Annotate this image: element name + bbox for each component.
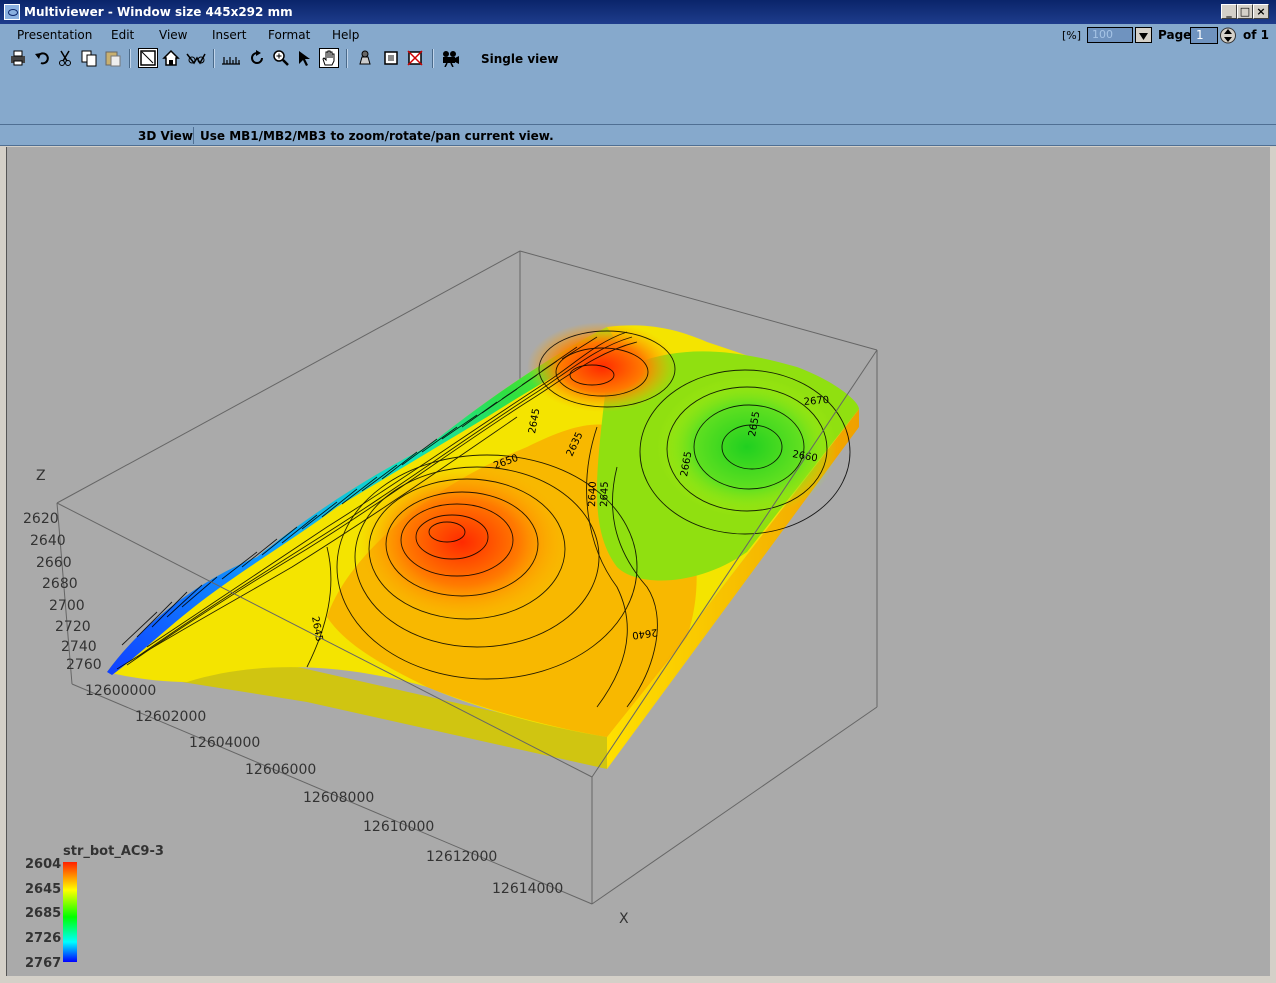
menu-help[interactable]: Help <box>332 28 359 42</box>
legend-value: 2726 <box>25 931 61 946</box>
3d-scene[interactable]: 2645 2640 2645 2640 2650 2635 2645 2665 … <box>7 147 1270 976</box>
select-frame-button[interactable] <box>138 48 158 68</box>
z-tick-label: 2620 <box>23 511 59 527</box>
x-tick-label: 12610000 <box>363 819 434 835</box>
legend-value: 2645 <box>25 882 61 897</box>
home-view-button[interactable] <box>161 48 181 68</box>
copy-button[interactable] <box>79 48 99 68</box>
toolbar-separator <box>129 49 131 68</box>
pointer-button[interactable] <box>295 48 315 68</box>
stereo-view-button[interactable] <box>186 48 206 68</box>
contour-label: 2645 <box>599 481 611 507</box>
color-legend: str_bot_AC9-3 2604 2645 2685 2726 2767 <box>25 844 164 971</box>
undo-icon <box>35 52 49 65</box>
page-label: Page <box>1158 28 1192 42</box>
z-tick-label: 2640 <box>30 533 66 549</box>
page-count: of 1 <box>1243 28 1269 42</box>
x-tick-label: 12608000 <box>303 790 374 806</box>
z-tick-label: 2700 <box>49 598 85 614</box>
z-tick-label: 2680 <box>42 576 78 592</box>
legend-title: str_bot_AC9-3 <box>63 844 164 859</box>
x-tick-label: 12602000 <box>135 709 206 725</box>
menu-view[interactable]: View <box>159 28 187 42</box>
printer-icon <box>11 50 25 66</box>
status-bar: 3D View Use MB1/MB2/MB3 to zoom/rotate/p… <box>0 124 1276 146</box>
window-title: Multiviewer - Window size 445x292 mm <box>24 5 293 19</box>
frame-icon <box>140 50 156 66</box>
print-button[interactable] <box>8 48 28 68</box>
glasses-icon <box>186 53 206 65</box>
spinner-arrows-icon <box>1220 27 1236 44</box>
paste-icon <box>105 51 121 67</box>
3d-viewport[interactable]: 2645 2640 2645 2640 2650 2635 2645 2665 … <box>6 147 1270 976</box>
home-icon <box>162 49 180 66</box>
view-mode-label: Single view <box>481 52 559 66</box>
page-number-input[interactable]: 1 <box>1190 27 1218 44</box>
hand-icon <box>322 50 335 66</box>
z-tick-label: 2720 <box>55 619 91 635</box>
light-source-button[interactable] <box>355 48 375 68</box>
legend-value: 2685 <box>25 906 61 921</box>
box-icon <box>384 51 398 65</box>
undo-button[interactable] <box>32 48 52 68</box>
x-tick-label: 12604000 <box>189 735 260 751</box>
menu-format[interactable]: Format <box>268 28 310 42</box>
legend-value: 2604 <box>25 857 61 872</box>
menu-insert[interactable]: Insert <box>212 28 246 42</box>
menu-presentation[interactable]: Presentation <box>17 28 92 42</box>
zoom-percent-label: [%] <box>1062 29 1082 42</box>
cut-button[interactable] <box>55 48 75 68</box>
animation-button[interactable] <box>440 48 460 68</box>
chevron-down-icon <box>1139 33 1148 40</box>
copy-icon <box>81 50 97 67</box>
ruler-button[interactable] <box>221 48 241 68</box>
contour-label: 2670 <box>803 395 829 408</box>
toolbar-separator <box>346 49 348 68</box>
z-axis: Z 2620 2640 2660 2680 2700 2720 2740 276… <box>23 468 102 673</box>
zoom-dropdown-button[interactable] <box>1135 27 1152 43</box>
x-axis-label: X <box>619 911 629 927</box>
z-tick-label: 2660 <box>36 555 72 571</box>
rotate-button[interactable] <box>247 48 267 68</box>
x-tick-label: 12614000 <box>492 881 563 897</box>
menu-edit[interactable]: Edit <box>111 28 134 42</box>
x-tick-label: 12600000 <box>85 683 156 699</box>
magnifier-icon <box>273 50 289 66</box>
scissors-icon <box>59 50 71 66</box>
close-button[interactable]: × <box>1253 4 1269 19</box>
title-bar: Multiviewer - Window size 445x292 mm _ □… <box>0 0 1276 24</box>
toolbar-separator <box>213 49 215 68</box>
lamp-icon <box>359 50 371 65</box>
zoom-button[interactable] <box>271 48 291 68</box>
z-axis-label: Z <box>36 468 46 484</box>
paste-button[interactable] <box>103 48 123 68</box>
ruler-icon <box>222 57 240 65</box>
status-hint: Use MB1/MB2/MB3 to zoom/rotate/pan curre… <box>200 129 554 143</box>
pan-button[interactable] <box>319 48 339 68</box>
page-spinner[interactable] <box>1220 26 1236 45</box>
toolbar: Single view <box>6 46 1270 72</box>
arrow-pointer-icon <box>299 51 310 66</box>
toolbar-separator <box>432 49 434 68</box>
movie-camera-icon <box>443 51 459 67</box>
legend-colorbar <box>63 862 77 962</box>
app-icon <box>4 4 20 20</box>
x-tick-label: 12606000 <box>245 762 316 778</box>
rotate-icon <box>251 50 263 64</box>
contour-label: 2640 <box>587 481 599 507</box>
z-tick-label: 2740 <box>61 639 97 655</box>
legend-value: 2767 <box>25 956 61 971</box>
z-tick-label: 2760 <box>66 657 102 673</box>
current-view-name: 3D View <box>138 129 193 143</box>
zoom-input[interactable]: 100 <box>1087 27 1133 43</box>
maximize-button[interactable]: □ <box>1237 4 1253 19</box>
minimize-button[interactable]: _ <box>1221 4 1237 19</box>
status-divider <box>193 127 194 144</box>
box-crossed-icon <box>407 50 423 66</box>
box-display-button[interactable] <box>381 48 401 68</box>
surface-peak-north <box>527 322 677 412</box>
remove-box-button[interactable] <box>405 48 425 68</box>
x-tick-label: 12612000 <box>426 849 497 865</box>
